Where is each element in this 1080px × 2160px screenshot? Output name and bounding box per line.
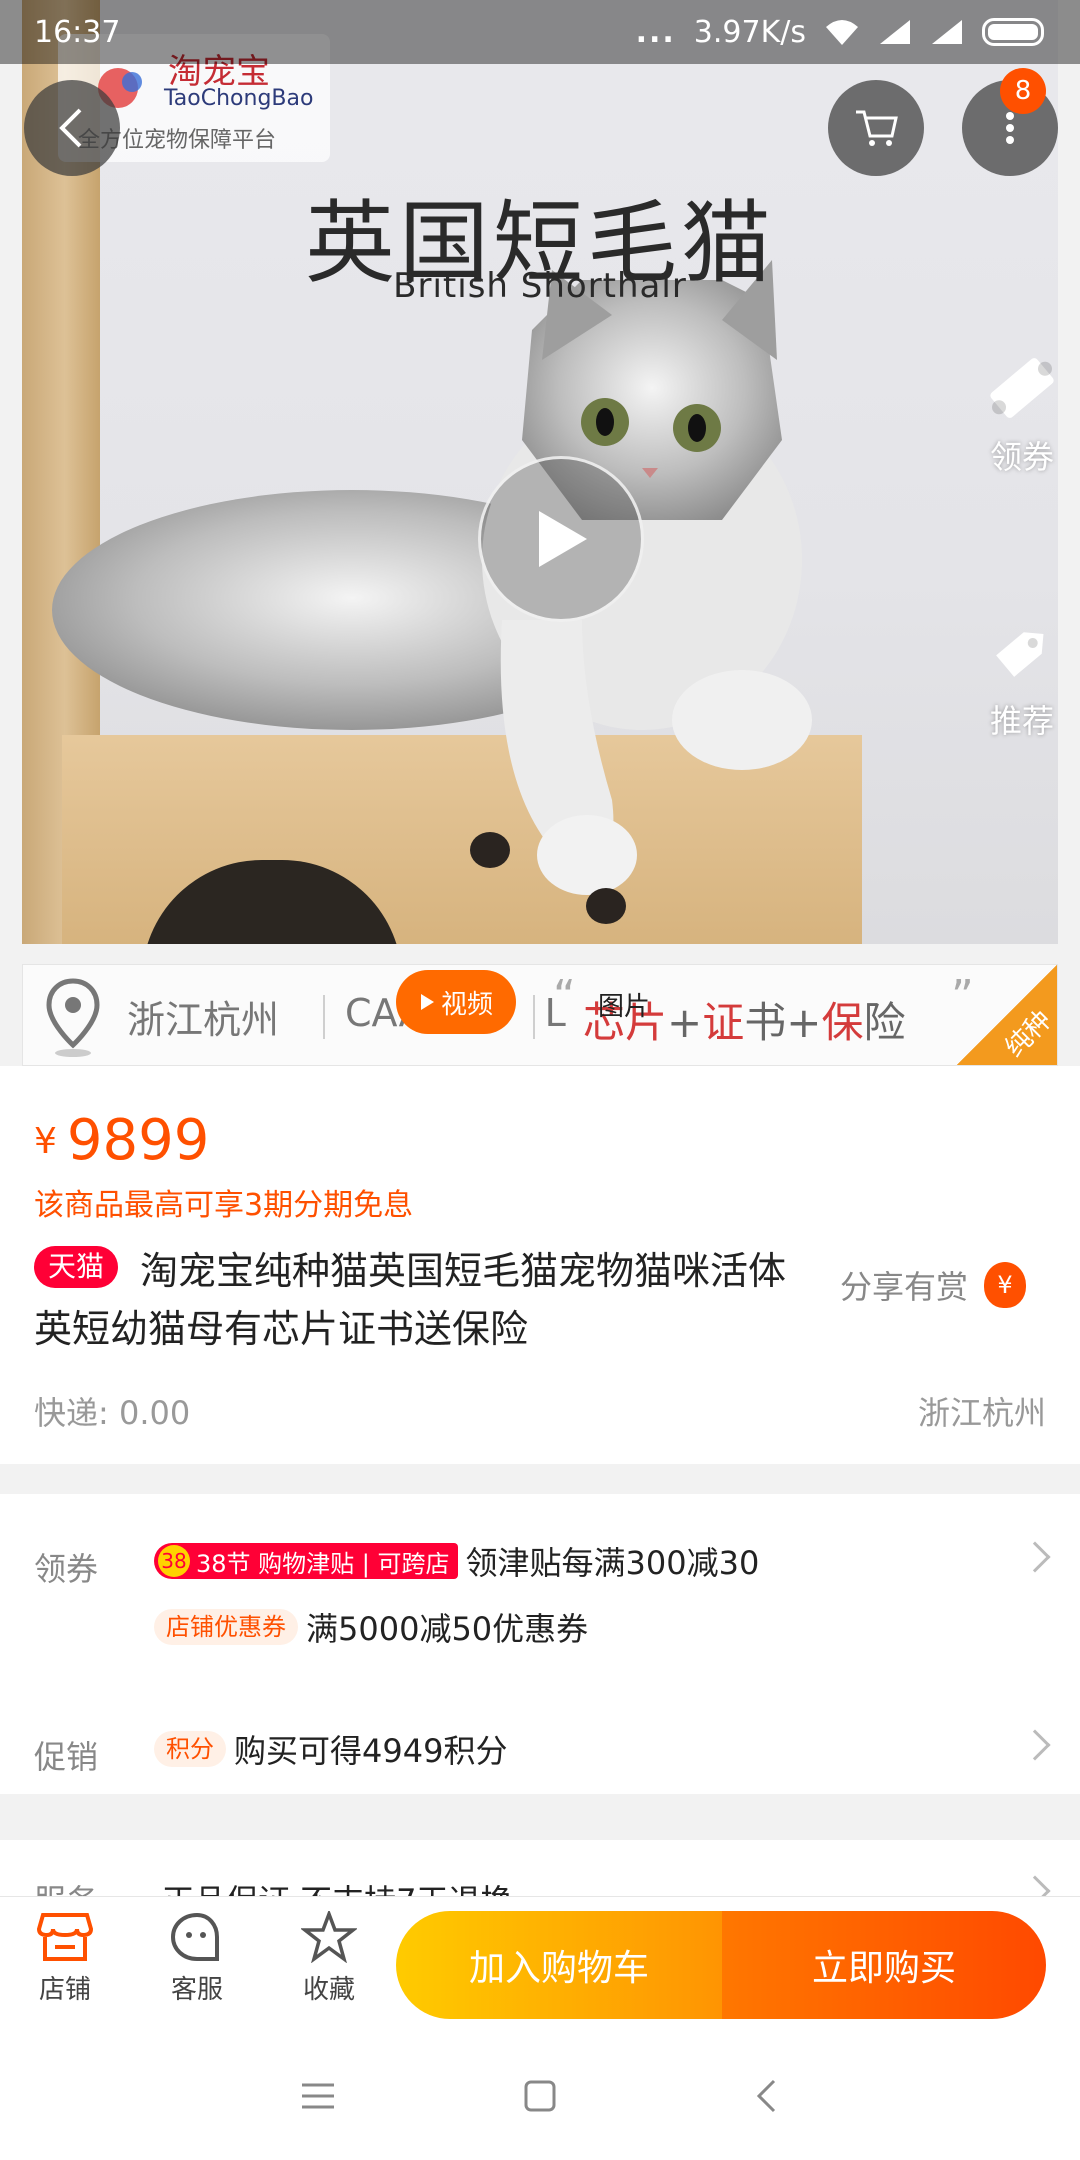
product-info: ¥9899 该商品最高可享3期分期免息 淘宠宝纯种猫英国短毛猫宠物猫咪活体英短幼… bbox=[0, 1066, 1080, 1464]
slogan-part: 保 bbox=[821, 998, 864, 1047]
image-tab[interactable]: 图片 bbox=[598, 986, 650, 1023]
slogan-part: 险 bbox=[863, 998, 906, 1047]
side-coupon-label: 领券 bbox=[989, 438, 1054, 476]
status-bar: 16:37 ... 3.97K/s bbox=[0, 0, 1080, 64]
menu-icon bbox=[302, 2083, 334, 2109]
shopping-allowance-tag: 38 38节 购物津贴 | 可跨店 bbox=[154, 1543, 458, 1579]
price: ¥9899 bbox=[34, 1108, 209, 1173]
favorite-label: 收藏 bbox=[302, 1975, 355, 2005]
money-bag-icon: ¥ bbox=[984, 1262, 1027, 1308]
system-back-button[interactable] bbox=[736, 2066, 796, 2126]
status-indicators: ... 3.97K/s bbox=[636, 15, 1044, 50]
shop-tab[interactable]: 店铺 bbox=[10, 1911, 120, 2006]
purebred-corner-text: 纯种 bbox=[999, 1005, 1058, 1064]
side-recommend-label: 推荐 bbox=[989, 702, 1054, 740]
hero-title-en: British Shorthair bbox=[393, 266, 687, 306]
open-quote: “ bbox=[553, 971, 576, 1022]
system-nav-bar bbox=[0, 2030, 1080, 2160]
currency-symbol: ¥ bbox=[34, 1121, 57, 1162]
allowance-text: 领津贴每满300减30 bbox=[465, 1544, 760, 1582]
battery-icon bbox=[982, 18, 1044, 46]
store-coupon-text: 满5000减50优惠券 bbox=[306, 1610, 589, 1648]
more-menu-button[interactable]: 8 bbox=[962, 68, 1058, 176]
price-value: 9899 bbox=[66, 1108, 210, 1173]
tag-icon bbox=[996, 632, 1044, 677]
share-reward-button[interactable]: 分享有赏 ¥ bbox=[840, 1262, 1027, 1308]
chat-face-icon bbox=[170, 1912, 219, 1961]
favorite-tab[interactable]: 收藏 bbox=[274, 1911, 384, 2006]
slogan-part: + bbox=[667, 998, 703, 1047]
chevron-right-icon bbox=[1019, 1541, 1051, 1573]
shop-icon bbox=[37, 1913, 93, 1961]
home-button[interactable] bbox=[510, 2066, 570, 2126]
coupon-section[interactable]: 领券 38 38节 购物津贴 | 可跨店 领津贴每满300减30 店铺优惠券 满5… bbox=[0, 1494, 1080, 1794]
video-tab-label: 视频 bbox=[440, 989, 493, 1020]
promo-line[interactable]: 积分 购买可得4949积分 bbox=[154, 1726, 507, 1772]
play-small-icon bbox=[420, 994, 434, 1010]
share-reward-label: 分享有赏 bbox=[840, 1268, 969, 1306]
logo-text-en: TaoChongBao bbox=[164, 86, 314, 111]
more-dots-icon bbox=[1006, 112, 1014, 144]
feature-banner: 浙江杭州 CAAL “ 芯片+证书+保险 ” 纯种 bbox=[22, 964, 1058, 1066]
wifi-icon bbox=[826, 20, 858, 45]
allowance-tag-text: 38节 购物津贴 | 可跨店 bbox=[196, 1549, 450, 1578]
customer-service-label: 客服 bbox=[170, 1975, 223, 2005]
chevron-right-icon bbox=[1019, 1729, 1051, 1761]
divider bbox=[533, 995, 535, 1039]
slogan-part: 证 bbox=[702, 998, 745, 1047]
slogan-part: 书 bbox=[744, 998, 787, 1047]
paw-print bbox=[586, 888, 626, 924]
ship-from-location: 浙江杭州 bbox=[917, 1394, 1046, 1432]
points-tag: 积分 bbox=[154, 1731, 226, 1767]
status-time: 16:37 bbox=[34, 14, 121, 50]
side-coupon-button[interactable]: 领券 bbox=[972, 352, 1058, 478]
installment-note: 该商品最高可享3期分期免息 bbox=[34, 1188, 414, 1223]
back-chevron-icon bbox=[756, 2079, 776, 2113]
home-square-icon bbox=[524, 2080, 556, 2112]
coupon-line-2: 店铺优惠券 满5000减50优惠券 bbox=[154, 1604, 588, 1650]
customer-service-tab[interactable]: 客服 bbox=[142, 1911, 252, 2006]
purebred-corner: 纯种 bbox=[957, 965, 1057, 1065]
menu-button[interactable] bbox=[288, 2066, 348, 2126]
store-coupon-tag: 店铺优惠券 bbox=[154, 1609, 298, 1645]
tmall-badge: 天猫 bbox=[34, 1246, 119, 1288]
back-arrow-icon bbox=[59, 108, 82, 148]
slogan-part: + bbox=[786, 998, 822, 1047]
signal-icon bbox=[880, 20, 910, 44]
bottom-action-bar: 店铺 客服 收藏 加入购物车 立即购买 bbox=[0, 1896, 1080, 2030]
video-tab[interactable]: 视频 bbox=[396, 970, 516, 1034]
play-icon bbox=[539, 511, 587, 567]
location-pin-icon bbox=[46, 978, 100, 1057]
product-title: 淘宠宝纯种猫英国短毛猫宠物猫咪活体英短幼猫母有芯片证书送保险 bbox=[34, 1249, 787, 1351]
coupon-label: 领券 bbox=[34, 1550, 99, 1588]
message-count-badge: 8 bbox=[1000, 68, 1046, 114]
network-speed: 3.97K/s bbox=[693, 14, 806, 50]
add-to-cart-button[interactable]: 加入购物车 bbox=[396, 1911, 722, 2019]
divider bbox=[323, 995, 325, 1039]
allowance-icon: 38 bbox=[158, 1545, 190, 1577]
side-recommend-button[interactable]: 推荐 bbox=[972, 616, 1058, 742]
signal-icon-2 bbox=[932, 20, 962, 44]
back-button[interactable] bbox=[24, 80, 120, 176]
promo-label: 促销 bbox=[34, 1738, 99, 1776]
coupon-line-1: 38 38节 购物津贴 | 可跨店 领津贴每满300减30 bbox=[154, 1538, 759, 1584]
cart-icon bbox=[856, 110, 898, 146]
buy-now-button[interactable]: 立即购买 bbox=[722, 1911, 1046, 2019]
service-section[interactable]: 服务 正品保证 不支持7天退换 bbox=[0, 1840, 1080, 1900]
ticket-icon bbox=[990, 358, 1054, 418]
paw-print bbox=[470, 832, 510, 868]
shop-tab-label: 店铺 bbox=[38, 1975, 91, 2005]
shipping-fee: 快递: 0.00 bbox=[34, 1394, 191, 1432]
status-dots: ... bbox=[635, 14, 676, 50]
banner-city: 浙江杭州 bbox=[127, 998, 280, 1042]
points-text: 购买可得4949积分 bbox=[234, 1732, 508, 1770]
cart-button[interactable] bbox=[828, 80, 924, 176]
star-icon bbox=[301, 1911, 357, 1963]
play-video-button[interactable] bbox=[478, 456, 644, 622]
